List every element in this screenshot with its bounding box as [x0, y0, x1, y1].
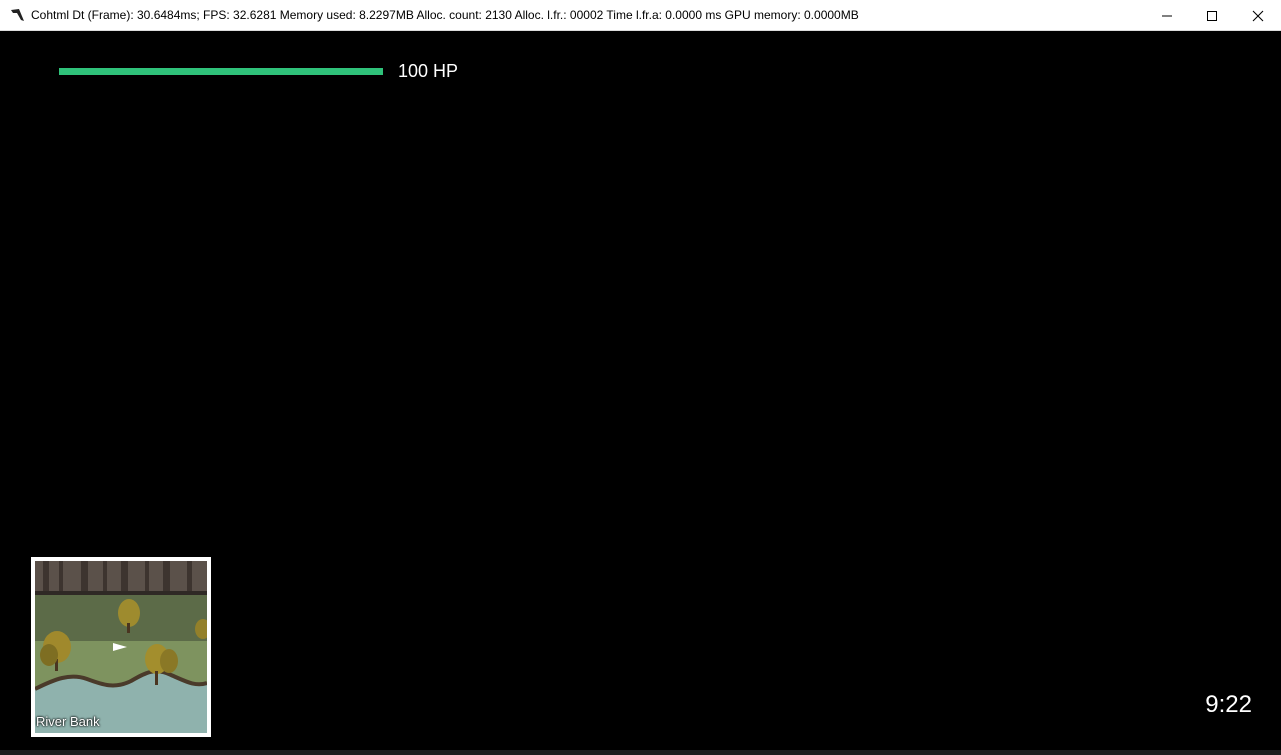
- app-logo-icon: [11, 9, 24, 21]
- window-titlebar: Cohtml Dt (Frame): 30.6484ms; FPS: 32.62…: [0, 0, 1281, 31]
- maximize-button[interactable]: [1189, 0, 1235, 31]
- close-button[interactable]: [1235, 0, 1281, 31]
- maximize-icon: [1207, 10, 1217, 21]
- health-value: 100 HP: [398, 61, 459, 81]
- minimize-icon: [1162, 15, 1172, 16]
- minimize-button[interactable]: [1144, 0, 1190, 31]
- health-bar-fill: [59, 68, 383, 75]
- health-bar: [59, 68, 383, 75]
- minimap-terrain: [35, 561, 207, 733]
- minimap-location-label: River Bank: [36, 714, 100, 729]
- minimap[interactable]: River Bank: [31, 557, 211, 737]
- window-bottom-edge: [0, 750, 1281, 755]
- close-icon: [1252, 10, 1264, 21]
- window-title: Cohtml Dt (Frame): 30.6484ms; FPS: 32.62…: [31, 8, 859, 22]
- game-clock: 9:22: [1205, 691, 1252, 718]
